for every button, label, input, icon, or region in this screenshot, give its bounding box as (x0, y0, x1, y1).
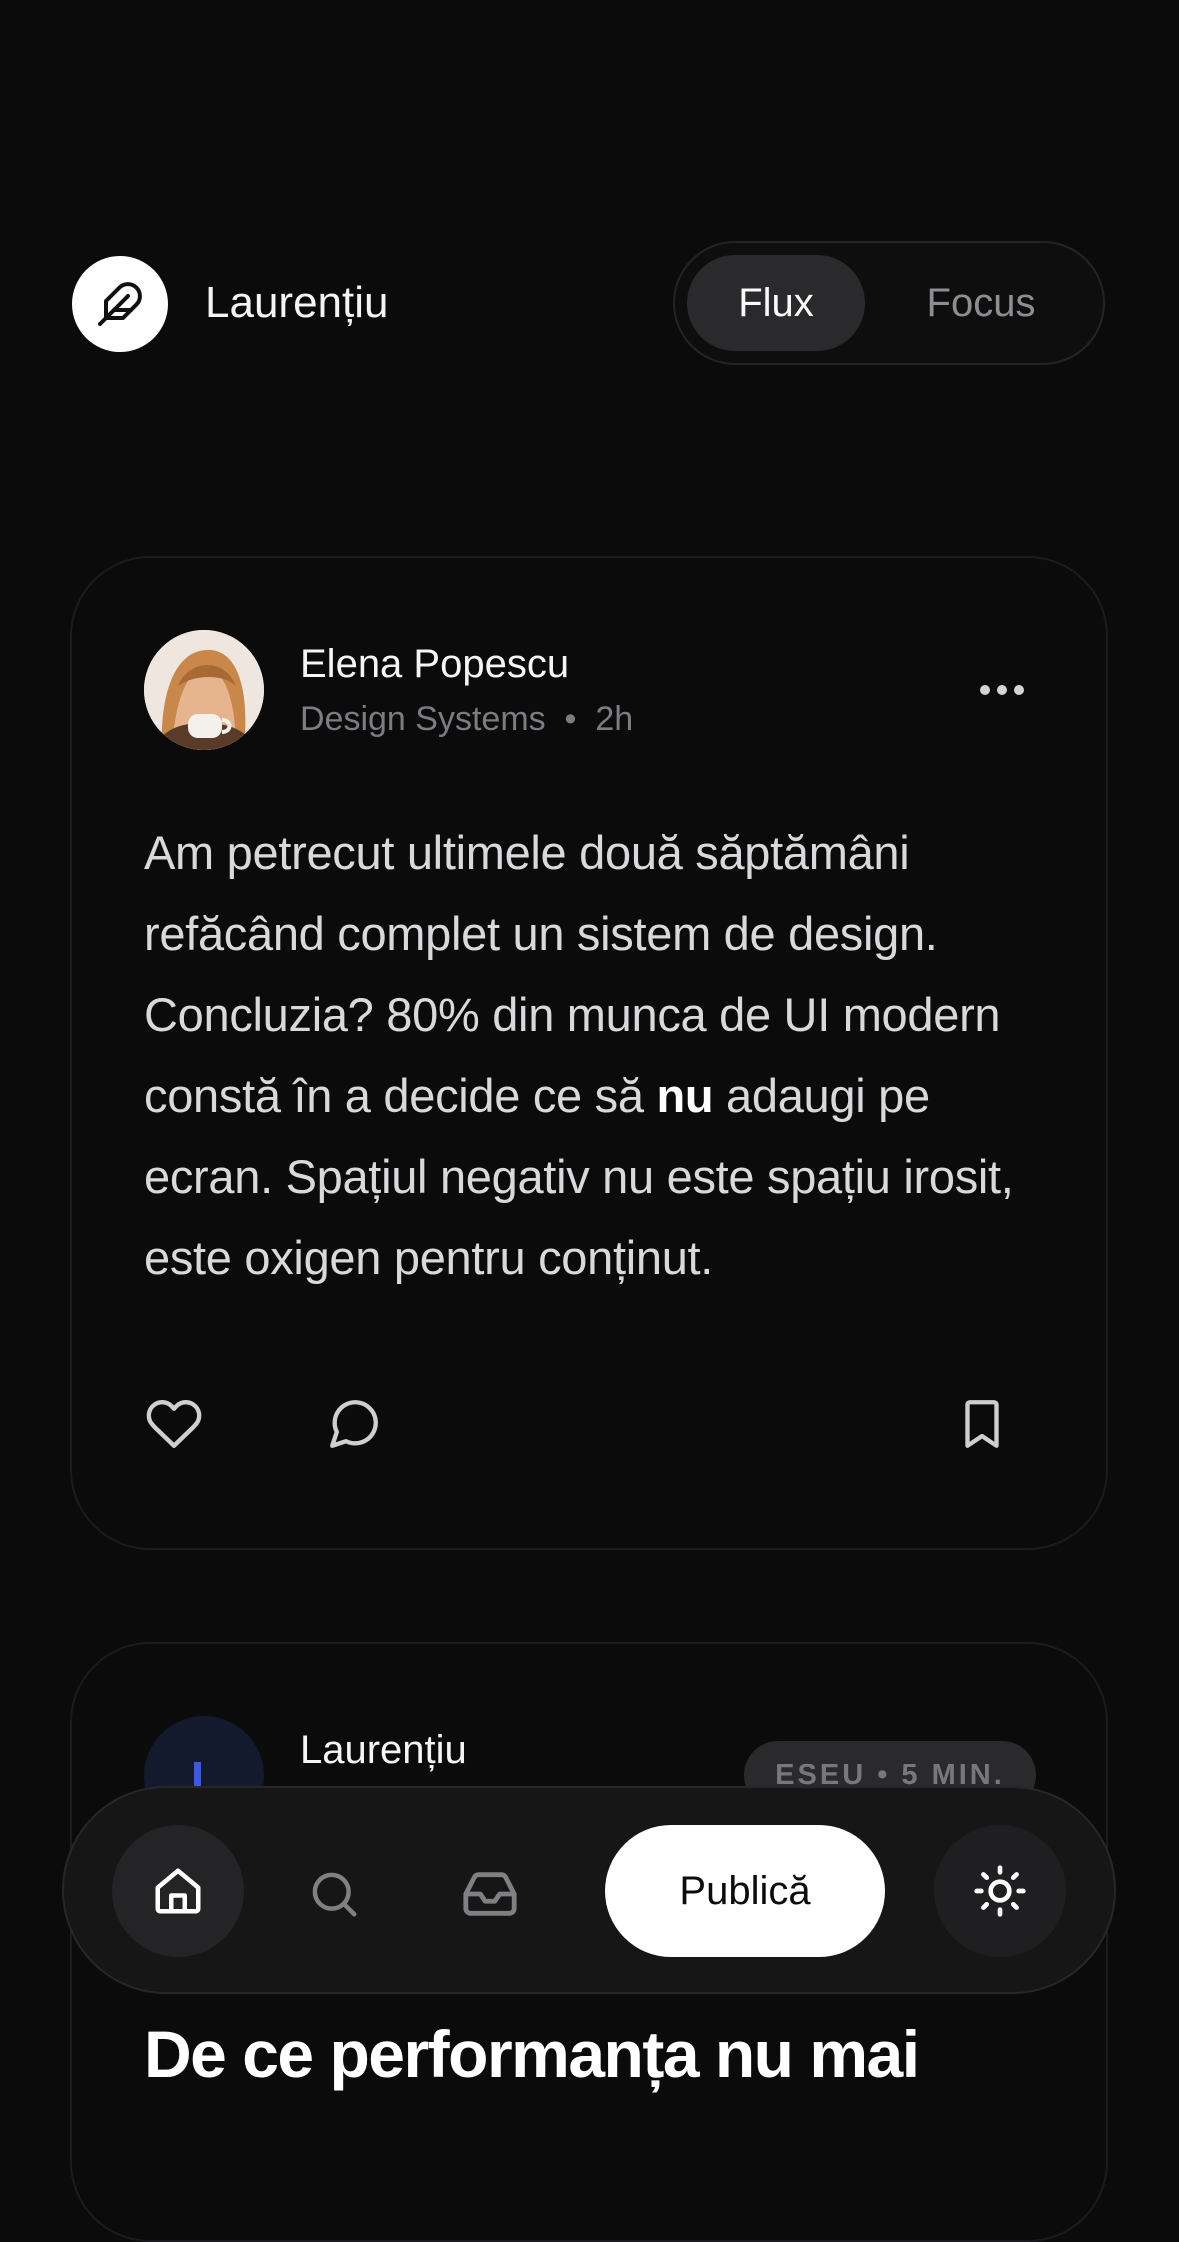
feather-icon (98, 282, 142, 326)
inbox-icon (463, 1872, 517, 1916)
post-topic[interactable]: Design Systems (300, 700, 546, 738)
post-meta: Design Systems • 2h (300, 700, 633, 739)
like-button[interactable] (144, 1394, 204, 1454)
publish-button[interactable]: Publică (605, 1825, 885, 1957)
separator-dot: • (555, 700, 586, 738)
comment-button[interactable] (324, 1394, 384, 1454)
view-toggle: Flux Focus (673, 241, 1105, 365)
sun-icon (974, 1865, 1026, 1917)
nav-search-button[interactable] (298, 1858, 370, 1930)
tab-focus[interactable]: Focus (883, 255, 1079, 351)
bookmark-icon (965, 1400, 999, 1448)
comment-icon (330, 1400, 378, 1448)
heart-icon (146, 1400, 202, 1448)
more-options-icon[interactable] (980, 680, 1030, 700)
theme-toggle-button[interactable] (934, 1825, 1066, 1957)
post-author[interactable]: Elena Popescu (300, 642, 569, 687)
bookmark-button[interactable] (952, 1394, 1012, 1454)
post-emphasis: nu (656, 1069, 714, 1122)
avatar[interactable] (144, 630, 264, 750)
user-name: Laurențiu (205, 278, 389, 327)
post-author[interactable]: Laurențiu (300, 1728, 467, 1773)
post-headline[interactable]: De ce performanța nu mai (144, 2016, 920, 2092)
search-icon (312, 1872, 357, 1917)
nav-home-button[interactable] (112, 1825, 244, 1957)
post-time: 2h (595, 700, 634, 738)
post-body: Am petrecut ultimele două săptămâni refă… (144, 812, 1064, 1298)
app-logo[interactable] (72, 256, 168, 352)
home-icon (155, 1868, 201, 1914)
nav-inbox-button[interactable] (454, 1858, 526, 1930)
tab-flux[interactable]: Flux (687, 255, 865, 351)
